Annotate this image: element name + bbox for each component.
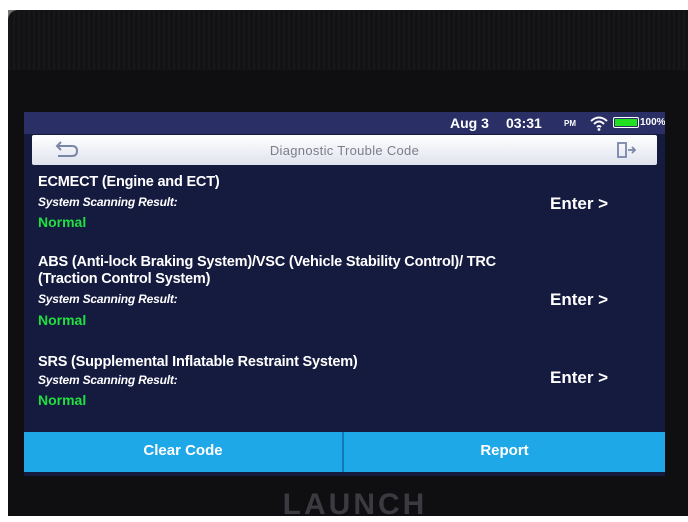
system-name: ECMECT (Engine and ECT) (38, 174, 220, 190)
battery-level (615, 119, 637, 126)
page-title: Diagnostic Trouble Code (269, 143, 420, 158)
enter-button[interactable]: Enter > (550, 368, 608, 388)
device-screen: Aug 3 03:31 PM 100% Diagnostic Trouble C… (24, 112, 665, 476)
list-item[interactable]: ECMECT (Engine and ECT) System Scanning … (24, 174, 665, 244)
list-item[interactable]: ABS (Anti-lock Braking System)/VSC (Vehi… (24, 254, 665, 344)
status-ampm: PM (564, 119, 576, 128)
battery-percent: 100% (640, 117, 665, 128)
action-bar: Clear Code Report (24, 432, 665, 472)
enter-button[interactable]: Enter > (550, 290, 608, 310)
device-bezel (8, 10, 688, 70)
status-date: Aug 3 (450, 115, 489, 131)
brand-logo: LAUNCH (282, 488, 428, 521)
exit-icon[interactable] (616, 142, 636, 158)
scan-result-label: System Scanning Result: (38, 195, 178, 209)
status-time: 03:31 (506, 115, 542, 131)
enter-button[interactable]: Enter > (550, 194, 608, 214)
status-bar: Aug 3 03:31 PM 100% (24, 112, 665, 134)
system-name: ABS (Anti-lock Braking System)/VSC (Vehi… (38, 254, 496, 287)
title-bar: Diagnostic Trouble Code (32, 135, 657, 165)
scan-result-label: System Scanning Result: (38, 373, 178, 387)
report-button[interactable]: Report (344, 432, 665, 472)
battery-icon (613, 117, 639, 128)
scan-result-value: Normal (38, 214, 87, 230)
scan-result-label: System Scanning Result: (38, 292, 178, 306)
system-list: ECMECT (Engine and ECT) System Scanning … (24, 168, 665, 430)
system-name: SRS (Supplemental Inflatable Restraint S… (38, 354, 358, 370)
clear-code-button[interactable]: Clear Code (24, 432, 344, 472)
list-item[interactable]: SRS (Supplemental Inflatable Restraint S… (24, 354, 665, 424)
scan-result-value: Normal (38, 312, 87, 328)
wifi-icon (590, 116, 608, 131)
scan-result-value: Normal (38, 392, 87, 408)
